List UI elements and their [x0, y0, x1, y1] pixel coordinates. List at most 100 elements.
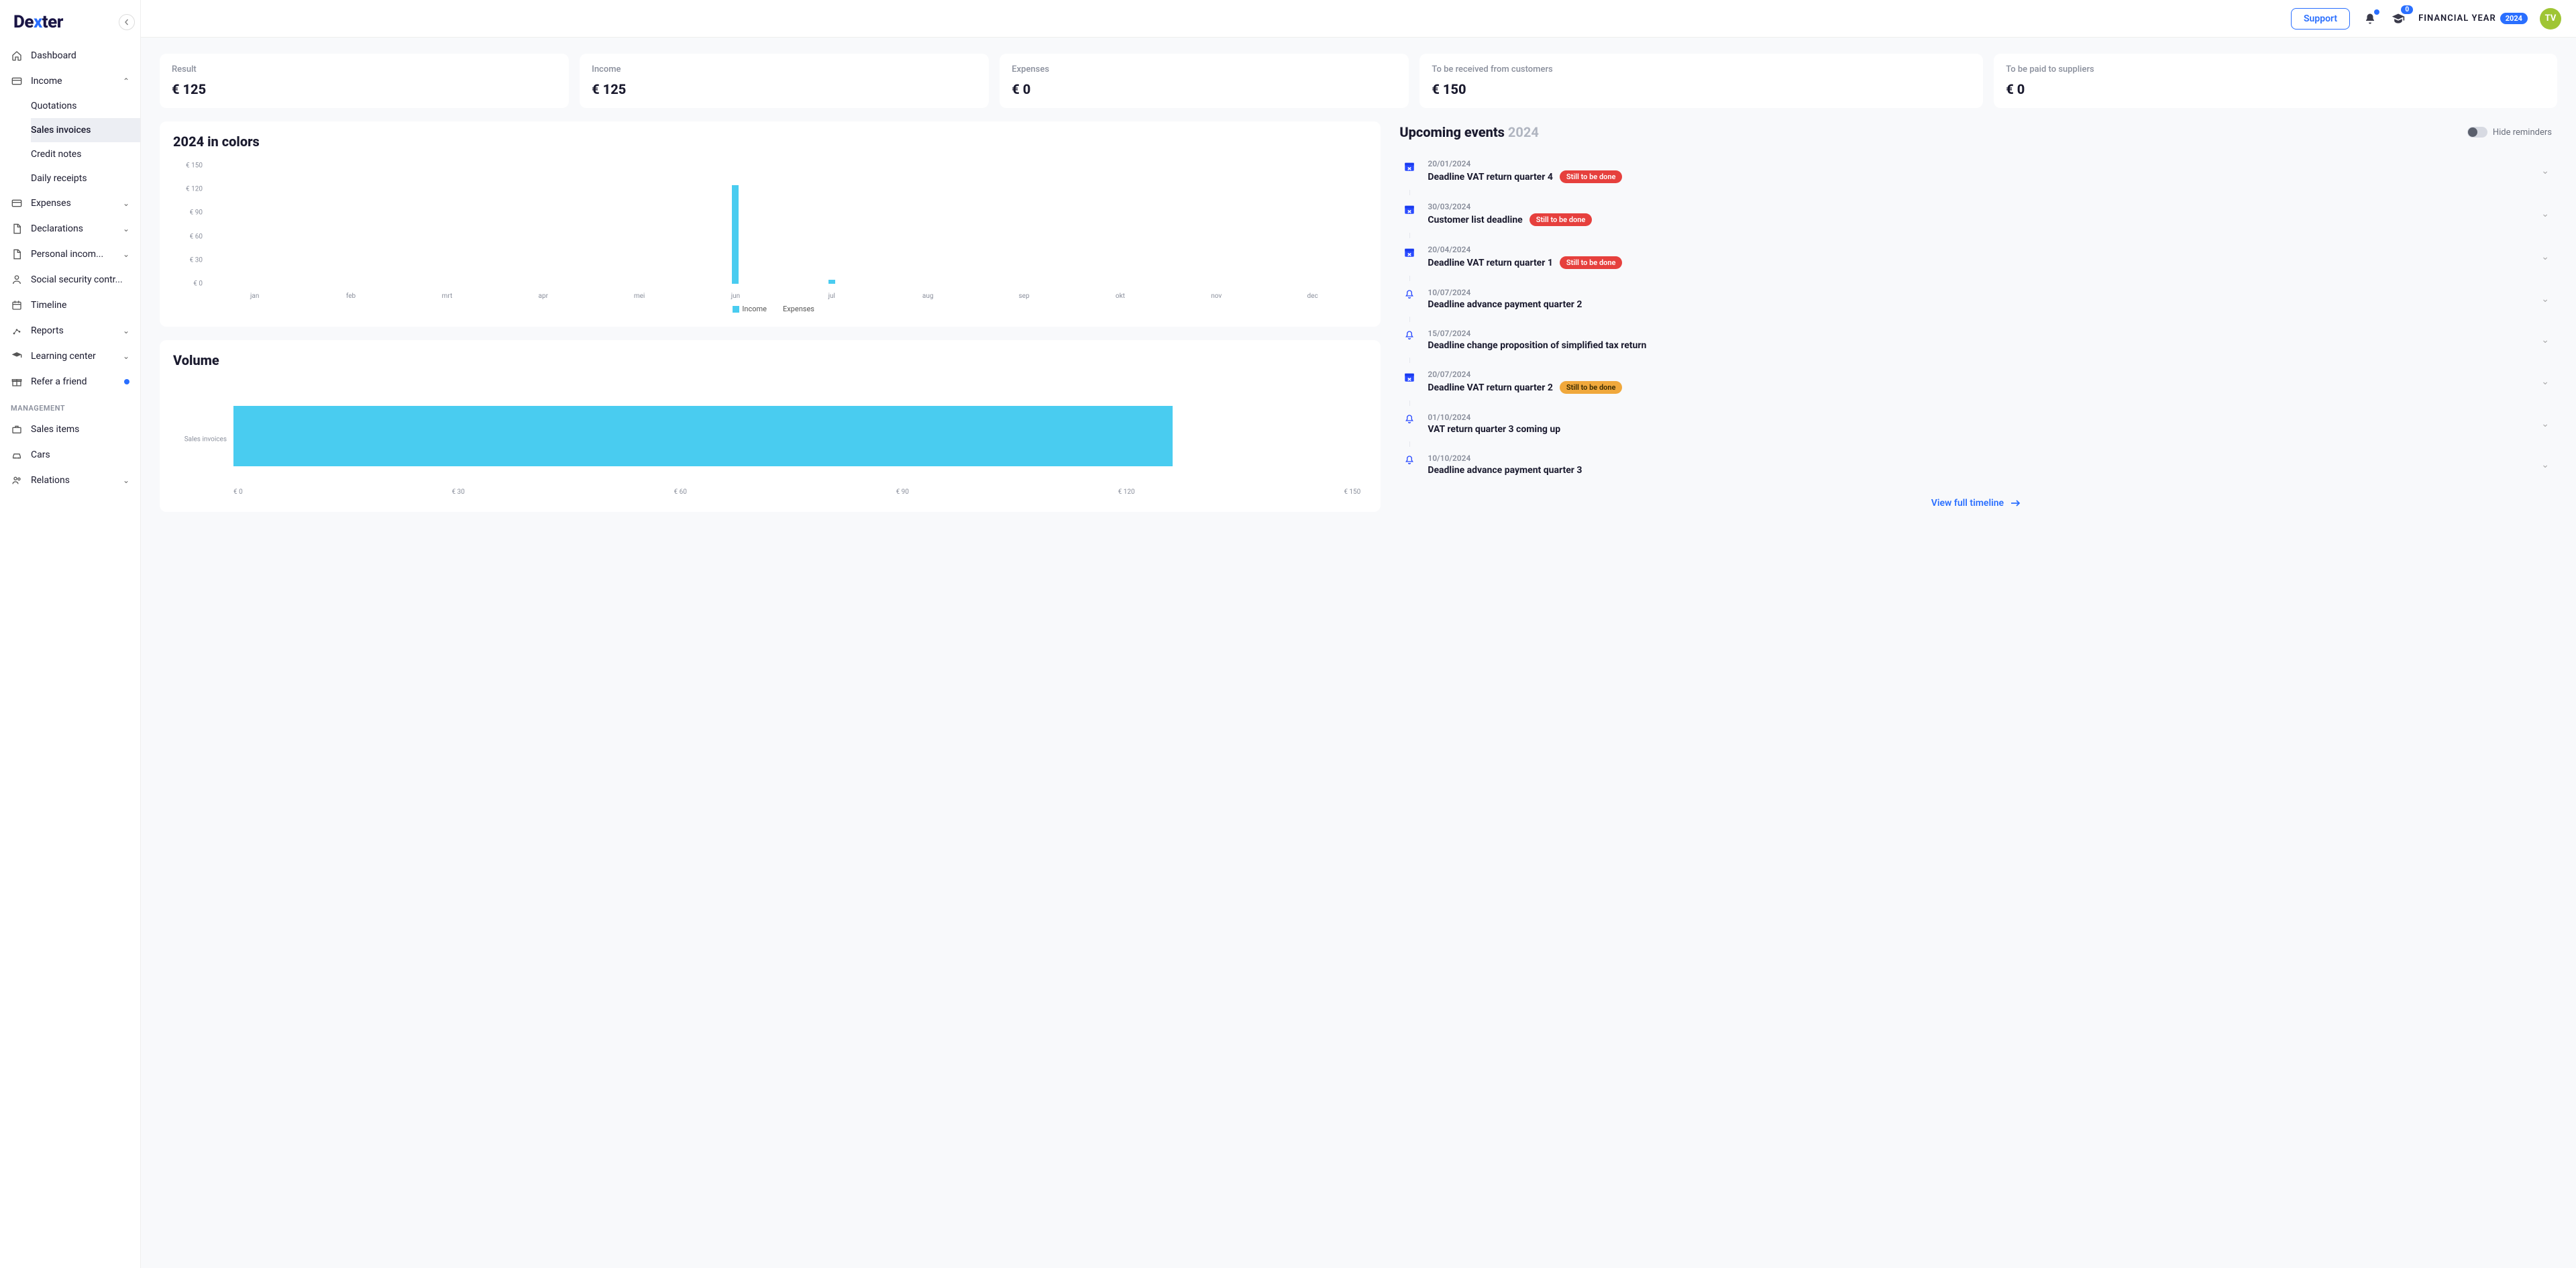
card-icon: [11, 75, 23, 87]
sidebar-item-sales-items[interactable]: Sales items: [0, 417, 140, 442]
sidebar-item-personal-incom-[interactable]: Personal incom...⌄: [0, 242, 140, 267]
event-date: 10/07/2024: [1428, 288, 2530, 297]
x-tick: jun: [688, 293, 784, 300]
stat-card-to-be-received-from-customers[interactable]: To be received from customers€ 150: [1419, 54, 1983, 108]
sidebar-item-reports[interactable]: Reports⌄: [0, 318, 140, 344]
support-button[interactable]: Support: [2291, 8, 2350, 30]
sidebar-item-label: Cars: [31, 450, 129, 460]
bar-slot-dec: [1265, 166, 1360, 284]
sidebar-item-timeline[interactable]: Timeline: [0, 293, 140, 318]
timeline-connector: [1409, 276, 2552, 281]
stat-card-income[interactable]: Income€ 125: [580, 54, 989, 108]
event-row[interactable]: 01/10/2024 VAT return quarter 3 coming up…: [1399, 406, 2552, 441]
events-header: Upcoming events 2024 Hide reminders: [1399, 124, 2552, 140]
chevron-down-icon: ⌄: [2541, 252, 2549, 262]
chevron-down-icon: ⌄: [123, 224, 129, 233]
briefcase-icon: [11, 423, 23, 435]
chevron-down-icon: ⌄: [2541, 294, 2549, 305]
event-row[interactable]: 10/07/2024Deadline advance payment quart…: [1399, 281, 2552, 317]
sidebar-item-learning-center[interactable]: Learning center⌄: [0, 344, 140, 369]
bar-slot-jul: [784, 166, 879, 284]
sidebar-item-social-security-contr-[interactable]: Social security contr...: [0, 267, 140, 293]
financial-year-selector[interactable]: FINANCIAL YEAR 2024: [2418, 13, 2528, 24]
volume-chart-title: Volume: [173, 352, 1367, 368]
sidebar-item-expenses[interactable]: Expenses⌄: [0, 191, 140, 216]
bell-outline-icon: [1404, 289, 1415, 300]
sidebar-item-label: Expenses: [31, 198, 115, 209]
chevron-left-icon: [123, 19, 130, 25]
sidebar-item-label: Quotations: [31, 101, 129, 111]
hide-reminders-toggle[interactable]: [2467, 127, 2487, 138]
event-title: Deadline VAT return quarter 4: [1428, 172, 1553, 182]
timeline-connector: [1409, 401, 2552, 406]
event-row[interactable]: 15/07/2024Deadline change proposition of…: [1399, 322, 2552, 358]
x-tick: sep: [976, 293, 1072, 300]
sidebar-item-relations[interactable]: Relations⌄: [0, 468, 140, 493]
sidebar-item-label: Personal incom...: [31, 249, 115, 260]
event-body: 15/07/2024Deadline change proposition of…: [1428, 329, 2530, 351]
event-row[interactable]: 30/03/2024Customer list deadlineStill to…: [1399, 195, 2552, 233]
event-icon: [1402, 288, 1417, 300]
notifications-icon[interactable]: [2362, 11, 2378, 27]
bar-income[interactable]: [732, 185, 739, 284]
bar-slot-feb: [303, 166, 398, 284]
sidebar-item-label: Social security contr...: [31, 274, 129, 285]
brand-x: x: [34, 12, 42, 32]
calendar-x-icon: [1403, 160, 1415, 172]
bell-outline-icon: [1404, 330, 1415, 341]
legend-label: Expenses: [783, 305, 814, 313]
doc-icon: [11, 223, 23, 235]
stat-card-expenses[interactable]: Expenses€ 0: [1000, 54, 1409, 108]
event-row[interactable]: 20/07/2024Deadline VAT return quarter 2S…: [1399, 363, 2552, 401]
legend-swatch: [733, 306, 739, 313]
people-icon: [11, 474, 23, 486]
stat-card-result[interactable]: Result€ 125: [160, 54, 569, 108]
sidebar-item-label: Learning center: [31, 351, 115, 362]
volume-bar[interactable]: [233, 406, 1173, 466]
events-title-year: 2024: [1508, 124, 1539, 140]
learning-badge: 0: [2401, 5, 2413, 14]
volume-y-label: Sales invoices: [173, 436, 227, 443]
sidebar-item-sales-invoices[interactable]: Sales invoices: [31, 118, 140, 142]
indicator-dot: [124, 379, 129, 384]
event-body: 10/07/2024Deadline advance payment quart…: [1428, 288, 2530, 310]
sidebar-item-declarations[interactable]: Declarations⌄: [0, 216, 140, 242]
bar-income[interactable]: [828, 280, 835, 284]
event-body: 20/07/2024Deadline VAT return quarter 2S…: [1428, 370, 2530, 394]
event-date: 01/10/2024: [1428, 413, 2530, 422]
event-body: 01/10/2024 VAT return quarter 3 coming up: [1428, 413, 2530, 435]
stat-value: € 0: [1012, 81, 1397, 97]
stat-card-to-be-paid-to-suppliers[interactable]: To be paid to suppliers€ 0: [1994, 54, 2557, 108]
stat-label: Income: [592, 64, 977, 74]
x-tick: aug: [880, 293, 976, 300]
sidebar-item-label: Sales items: [31, 424, 129, 435]
collapse-sidebar-button[interactable]: [119, 14, 135, 30]
topbar: Support 0 FINANCIAL YEAR 2024 TV: [141, 0, 2576, 38]
event-row[interactable]: 10/10/2024Deadline advance payment quart…: [1399, 447, 2552, 482]
view-full-timeline-link[interactable]: View full timeline: [1931, 498, 2021, 509]
hide-reminders-toggle-row: Hide reminders: [2467, 127, 2552, 138]
grad-icon: [11, 350, 23, 362]
sidebar-item-dashboard[interactable]: Dashboard: [0, 43, 140, 68]
car-icon: [11, 449, 23, 461]
event-title: VAT return quarter 3 coming up: [1428, 424, 1560, 435]
learning-icon[interactable]: 0: [2390, 11, 2406, 27]
sidebar-item-refer-a-friend[interactable]: Refer a friend: [0, 369, 140, 394]
x-tick: mrt: [399, 293, 495, 300]
sidebar-item-cars[interactable]: Cars: [0, 442, 140, 468]
event-body: 30/03/2024Customer list deadlineStill to…: [1428, 202, 2530, 226]
sidebar-item-credit-notes[interactable]: Credit notes: [31, 142, 140, 166]
user-avatar[interactable]: TV: [2540, 8, 2561, 30]
sidebar-item-income[interactable]: Income⌃: [0, 68, 140, 94]
stat-value: € 0: [2006, 81, 2545, 97]
event-icon: [1402, 245, 1417, 258]
graduation-cap-icon: [2392, 12, 2405, 25]
event-row[interactable]: 20/01/2024Deadline VAT return quarter 4S…: [1399, 152, 2552, 190]
calendar-x-icon: [1403, 246, 1415, 258]
sidebar-item-daily-receipts[interactable]: Daily receipts: [31, 166, 140, 191]
sidebar-item-label: Sales invoices: [31, 125, 129, 136]
event-row[interactable]: 20/04/2024Deadline VAT return quarter 1S…: [1399, 238, 2552, 276]
sidebar-item-quotations[interactable]: Quotations: [31, 94, 140, 118]
brand-logo[interactable]: Dexter: [13, 12, 63, 32]
volume-x-tick: € 150: [1344, 488, 1360, 496]
